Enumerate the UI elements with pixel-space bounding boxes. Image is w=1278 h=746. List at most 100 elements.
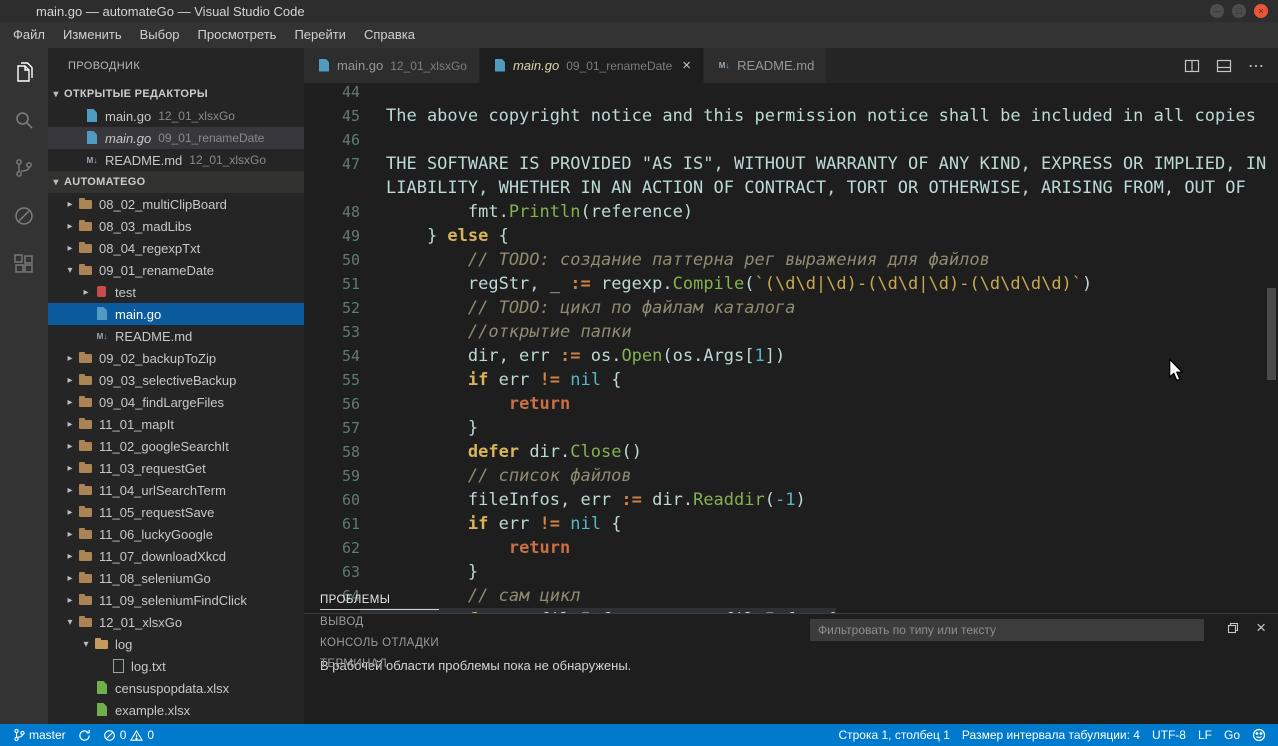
close-button[interactable]: × (1254, 4, 1268, 18)
chevron-right-icon[interactable]: ▸ (62, 507, 78, 518)
source-control-icon[interactable] (0, 144, 48, 192)
project-header[interactable]: ▾ AUTOMATEGO (48, 171, 304, 193)
tree-item[interactable]: ▾09_01_renameDate (48, 259, 304, 281)
chevron-right-icon[interactable]: ▸ (62, 485, 78, 496)
code-line[interactable]: 59 // список файлов (304, 464, 1278, 488)
chevron-right-icon[interactable]: ▸ (62, 375, 78, 386)
minimize-button[interactable]: – (1210, 4, 1224, 18)
code-line[interactable]: 55 if err != nil { (304, 368, 1278, 392)
code-line[interactable]: 48 fmt.Println(reference) (304, 200, 1278, 224)
problems-indicator[interactable]: 0 0 (97, 724, 160, 746)
menu-item[interactable]: Справка (355, 22, 424, 48)
chevron-right-icon[interactable]: ▸ (62, 573, 78, 584)
menu-item[interactable]: Просмотреть (189, 22, 286, 48)
tree-item[interactable]: ▾12_01_xlsxGo (48, 611, 304, 633)
tree-item[interactable]: ▸11_08_seleniumGo (48, 567, 304, 589)
tree-item[interactable]: ▸11_05_requestSave (48, 501, 304, 523)
maximize-panel-icon[interactable] (1226, 621, 1240, 635)
code-line[interactable]: 54 dir, err := os.Open(os.Args[1]) (304, 344, 1278, 368)
chevron-down-icon[interactable]: ▾ (78, 639, 94, 650)
code-line[interactable]: 44 (304, 83, 1278, 104)
tree-item[interactable]: ▸09_03_selectiveBackup (48, 369, 304, 391)
close-icon[interactable]: × (682, 57, 691, 74)
chevron-right-icon[interactable]: ▸ (62, 463, 78, 474)
tree-item[interactable]: ▸08_04_regexpTxt (48, 237, 304, 259)
tree-item[interactable]: example.xlsx (48, 699, 304, 721)
chevron-right-icon[interactable]: ▸ (62, 353, 78, 364)
tree-item[interactable]: ▸08_02_multiClipBoard (48, 193, 304, 215)
tree-item[interactable]: ▸09_02_backupToZip (48, 347, 304, 369)
open-editor-item[interactable]: M↓README.md12_01_xlsxGo (48, 149, 304, 171)
chevron-right-icon[interactable]: ▸ (62, 441, 78, 452)
tree-item[interactable]: ▸11_03_requestGet (48, 457, 304, 479)
tree-item[interactable]: ▸11_02_googleSearchIt (48, 435, 304, 457)
language-mode[interactable]: Go (1218, 724, 1246, 746)
menu-item[interactable]: Файл (4, 22, 54, 48)
chevron-down-icon[interactable]: ▾ (62, 617, 78, 628)
menu-item[interactable]: Изменить (54, 22, 131, 48)
open-editor-item[interactable]: main.go12_01_xlsxGo (48, 105, 304, 127)
feedback-smiley-icon[interactable] (1246, 724, 1272, 746)
toggle-layout-icon[interactable] (1216, 58, 1232, 74)
cursor-position[interactable]: Строка 1, столбец 1 (832, 724, 955, 746)
sync-button[interactable] (72, 724, 97, 746)
tree-item[interactable]: M↓README.md (48, 325, 304, 347)
chevron-right-icon[interactable]: ▸ (62, 551, 78, 562)
chevron-right-icon[interactable]: ▸ (62, 397, 78, 408)
eol-indicator[interactable]: LF (1192, 724, 1218, 746)
split-editor-icon[interactable] (1184, 58, 1200, 74)
code-line[interactable]: 62 return (304, 536, 1278, 560)
tree-item[interactable]: main.go (48, 303, 304, 325)
code-line[interactable]: 52 // TODO: цикл по файлам каталога (304, 296, 1278, 320)
search-icon[interactable] (0, 96, 48, 144)
open-editor-item[interactable]: main.go09_01_renameDate (48, 127, 304, 149)
code-line[interactable]: 60 fileInfos, err := dir.Readdir(-1) (304, 488, 1278, 512)
chevron-right-icon[interactable]: ▸ (62, 243, 78, 254)
more-actions-icon[interactable]: ⋯ (1248, 56, 1264, 76)
code-line[interactable]: 47THE SOFTWARE IS PROVIDED "AS IS", WITH… (304, 152, 1278, 176)
tree-item[interactable]: ▸test (48, 281, 304, 303)
problems-filter-input[interactable] (810, 619, 1204, 641)
panel-tab[interactable]: ТЕРМИНАЛ (320, 652, 439, 673)
code-line[interactable]: 57 } (304, 416, 1278, 440)
tree-item[interactable]: censuspopdata.xlsx (48, 677, 304, 699)
code-line[interactable]: 53 //открытие папки (304, 320, 1278, 344)
close-panel-icon[interactable]: × (1256, 621, 1266, 635)
extensions-icon[interactable] (0, 240, 48, 288)
panel-tab[interactable]: ПРОБЛЕМЫ (320, 588, 439, 610)
explorer-icon[interactable] (0, 48, 48, 96)
editor-tab[interactable]: main.go09_01_renameDate× (480, 48, 704, 83)
editor-tab[interactable]: M↓README.md (704, 48, 827, 83)
menu-item[interactable]: Выбор (131, 22, 189, 48)
tree-item[interactable]: ▸11_07_downloadXkcd (48, 545, 304, 567)
tree-item[interactable]: ▸08_03_madLibs (48, 215, 304, 237)
chevron-down-icon[interactable]: ▾ (62, 265, 78, 276)
code-line[interactable]: 58 defer dir.Close() (304, 440, 1278, 464)
chevron-right-icon[interactable]: ▸ (62, 199, 78, 210)
editor-tab[interactable]: main.go12_01_xlsxGo (304, 48, 480, 83)
tree-item[interactable]: log.txt (48, 655, 304, 677)
maximize-button[interactable]: □ (1232, 4, 1246, 18)
tree-item[interactable]: ▸11_01_mapIt (48, 413, 304, 435)
chevron-right-icon[interactable]: ▸ (78, 287, 94, 298)
menu-item[interactable]: Перейти (285, 22, 355, 48)
panel-tab[interactable]: ВЫВОД (320, 610, 439, 631)
chevron-right-icon[interactable]: ▸ (62, 595, 78, 606)
tree-item[interactable]: ▸11_06_luckyGoogle (48, 523, 304, 545)
tree-item[interactable]: ▸11_09_seleniumFindClick (48, 589, 304, 611)
panel-tab[interactable]: КОНСОЛЬ ОТЛАДКИ (320, 631, 439, 652)
code-line[interactable]: 56 return (304, 392, 1278, 416)
tree-item[interactable]: ▸11_04_urlSearchTerm (48, 479, 304, 501)
git-branch-indicator[interactable]: master (8, 724, 72, 746)
chevron-right-icon[interactable]: ▸ (62, 221, 78, 232)
code-line[interactable]: 61 if err != nil { (304, 512, 1278, 536)
code-line[interactable]: 50 // TODO: создание паттерна рег выраже… (304, 248, 1278, 272)
indent-size[interactable]: Размер интервала табуляции: 4 (956, 724, 1146, 746)
code-line[interactable]: 51 regStr, _ := regexp.Compile(`(\d\d|\d… (304, 272, 1278, 296)
code-line[interactable]: 46 (304, 128, 1278, 152)
code-line[interactable]: 45The above copyright notice and this pe… (304, 104, 1278, 128)
chevron-right-icon[interactable]: ▸ (62, 529, 78, 540)
code-line[interactable]: 63 } (304, 560, 1278, 584)
debug-icon[interactable] (0, 192, 48, 240)
editor-scrollbar[interactable] (1267, 288, 1276, 380)
